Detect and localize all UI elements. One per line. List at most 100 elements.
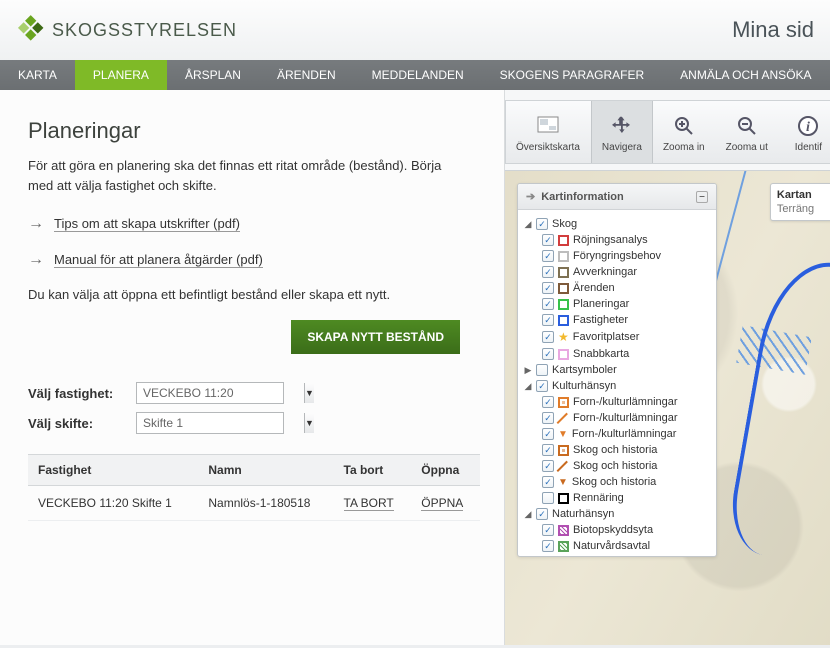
layer-group[interactable]: ◢ ✓ Skog	[524, 216, 710, 232]
create-stand-button[interactable]: SKAPA NYTT BESTÅND	[291, 320, 460, 354]
select-fastighet[interactable]: ▼	[136, 382, 284, 404]
tool-overview-map[interactable]: Översiktskarta	[506, 101, 591, 163]
layer-item[interactable]: ✓ Planeringar	[524, 296, 710, 312]
nav-item-arsplan[interactable]: ÅRSPLAN	[167, 60, 259, 90]
checkbox-icon[interactable]: ✓	[542, 314, 554, 326]
chevron-down-icon[interactable]: ▼	[304, 383, 314, 403]
layer-item[interactable]: ✓ ▼ Skog och historia	[524, 474, 710, 490]
checkbox-icon[interactable]: ✓	[542, 298, 554, 310]
layer-item[interactable]: ✓ Naturvårdsavtal	[524, 538, 710, 554]
layer-item[interactable]: ✓ Fastigheter	[524, 312, 710, 328]
checkbox-icon[interactable]: ✓	[542, 266, 554, 278]
select-fastighet-input[interactable]	[137, 386, 304, 400]
layer-item-label: Röjningsanalys	[573, 234, 648, 246]
nav-item-karta[interactable]: KARTA	[0, 60, 75, 90]
checkbox-icon[interactable]: ✓	[542, 428, 554, 440]
select-skifte-input[interactable]	[137, 416, 304, 430]
checkbox-icon[interactable]: ✓	[542, 348, 554, 360]
brand-text: SKOGSSTYRELSEN	[52, 20, 237, 41]
layer-item[interactable]: ✓ ▼ Forn-/kulturlämningar	[524, 426, 710, 442]
layer-swatch-icon	[558, 283, 569, 294]
nav-item-meddelanden[interactable]: MEDDELANDEN	[354, 60, 482, 90]
layer-item[interactable]: ✓ Ärenden	[524, 280, 710, 296]
page-title: Planeringar	[28, 118, 480, 144]
layer-swatch-icon	[558, 349, 569, 360]
tool-zoom-in[interactable]: Zooma in	[653, 101, 716, 163]
layer-item[interactable]: ✓ Avverkningar	[524, 264, 710, 280]
layer-item-label: Skog och historia	[573, 444, 657, 456]
layer-item[interactable]: ✓ Snabbkarta	[524, 346, 710, 362]
checkbox-icon[interactable]: ✓	[542, 234, 554, 246]
layer-item-label: Favoritplatser	[573, 331, 640, 343]
chevron-down-icon[interactable]: ▼	[304, 413, 314, 433]
link-tips-pdf[interactable]: Tips om att skapa utskrifter (pdf)	[54, 216, 240, 232]
layer-item-label: Skog och historia	[572, 476, 656, 488]
caret-icon: ◢	[524, 509, 532, 520]
layer-item-label: Forn-/kulturlämningar	[573, 396, 678, 408]
layer-item[interactable]: ✓ Skog och historia	[524, 442, 710, 458]
layer-group[interactable]: ◢ ✓ Kulturhänsyn	[524, 378, 710, 394]
layer-panel-header[interactable]: ➔ Kartinformation –	[518, 184, 716, 210]
tool-identify[interactable]: i Identif	[779, 101, 830, 163]
tool-label: Översiktskarta	[516, 142, 580, 153]
checkbox-icon[interactable]: ✓	[542, 396, 554, 408]
checkbox-icon[interactable]: ✓	[542, 476, 554, 488]
map-style-terrang[interactable]: Terräng	[777, 202, 830, 216]
select-skifte[interactable]: ▼	[136, 412, 284, 434]
tool-zoom-out[interactable]: Zooma ut	[716, 101, 779, 163]
layer-group[interactable]: ◢ ✓ Naturhänsyn	[524, 506, 710, 522]
checkbox-icon[interactable]	[542, 492, 554, 504]
link-oppna[interactable]: ÖPPNA	[421, 496, 463, 511]
triangle-down-icon: ▼	[558, 429, 568, 440]
square-dot-icon	[558, 397, 569, 408]
body-text: Du kan välja att öppna ett befintligt be…	[28, 287, 480, 302]
content-pane: Planeringar För att göra en planering sk…	[0, 90, 504, 645]
link-manual-pdf[interactable]: Manual för att planera åtgärder (pdf)	[54, 252, 263, 268]
link-tabort[interactable]: TA BORT	[344, 496, 394, 511]
checkbox-icon[interactable]: ✓	[542, 282, 554, 294]
square-dot-icon	[558, 445, 569, 456]
tool-navigate[interactable]: Navigera	[591, 101, 653, 163]
layer-group[interactable]: ▶ Kartsymboler	[524, 362, 710, 378]
caret-icon: ◢	[524, 219, 532, 230]
checkbox-icon[interactable]	[536, 364, 548, 376]
brand-logo-icon	[16, 15, 44, 45]
nav-item-arenden[interactable]: ÄRENDEN	[259, 60, 354, 90]
layer-item[interactable]: ✓ Skog och historia	[524, 458, 710, 474]
layer-item[interactable]: ✓ ★ Favoritplatser	[524, 328, 710, 346]
map-style-kartan[interactable]: Kartan	[777, 188, 830, 202]
nav-item-planera[interactable]: PLANERA	[75, 60, 167, 90]
checkbox-icon[interactable]: ✓	[542, 412, 554, 424]
checkbox-icon[interactable]: ✓	[542, 524, 554, 536]
layer-item[interactable]: ✓ Biotopskyddsyta	[524, 522, 710, 538]
checkbox-icon[interactable]: ✓	[536, 218, 548, 230]
caret-icon: ▶	[524, 365, 532, 376]
checkbox-icon[interactable]: ✓	[536, 380, 548, 392]
nav-item-skogens-paragrafer[interactable]: SKOGENS PARAGRAFER	[482, 60, 662, 90]
tool-label: Zooma in	[663, 142, 705, 153]
layer-item-label: Föryngringsbehov	[573, 250, 661, 262]
checkbox-icon[interactable]: ✓	[542, 250, 554, 262]
layer-panel: ➔ Kartinformation – ◢ ✓ Skog ✓ Röjningsa…	[517, 183, 717, 557]
checkbox-icon[interactable]: ✓	[542, 540, 554, 552]
layer-item[interactable]: Rennäring	[524, 490, 710, 506]
nav-item-anmala-ansoka[interactable]: ANMÄLA OCH ANSÖKA	[662, 60, 829, 90]
layer-item[interactable]: ✓ Forn-/kulturlämningar	[524, 410, 710, 426]
layer-item[interactable]: ✓ Föryngringsbehov	[524, 248, 710, 264]
hatch-icon	[558, 541, 569, 552]
app-header: SKOGSSTYRELSEN Mina sid	[0, 0, 830, 60]
checkbox-icon[interactable]: ✓	[542, 444, 554, 456]
layer-item[interactable]: ✓ Röjningsanalys	[524, 232, 710, 248]
zoom-out-icon	[736, 112, 758, 140]
layer-item[interactable]: ✓ Forn-/kulturlämningar	[524, 394, 710, 410]
stands-table: Fastighet Namn Ta bort Öppna VECKEBO 11:…	[28, 454, 480, 521]
layer-item-label: Rennäring	[573, 492, 624, 504]
checkbox-icon[interactable]: ✓	[542, 331, 554, 343]
checkbox-icon[interactable]: ✓	[536, 508, 548, 520]
cell-fastighet: VECKEBO 11:20 Skifte 1	[28, 486, 198, 521]
map-toolbar: Översiktskarta Navigera Zooma in Zooma u…	[505, 100, 830, 164]
tool-label: Zooma ut	[726, 142, 768, 153]
map-canvas[interactable]: Kartan Terräng ➔ Kartinformation – ◢ ✓ S…	[505, 170, 830, 645]
checkbox-icon[interactable]: ✓	[542, 460, 554, 472]
collapse-icon[interactable]: –	[696, 191, 708, 203]
